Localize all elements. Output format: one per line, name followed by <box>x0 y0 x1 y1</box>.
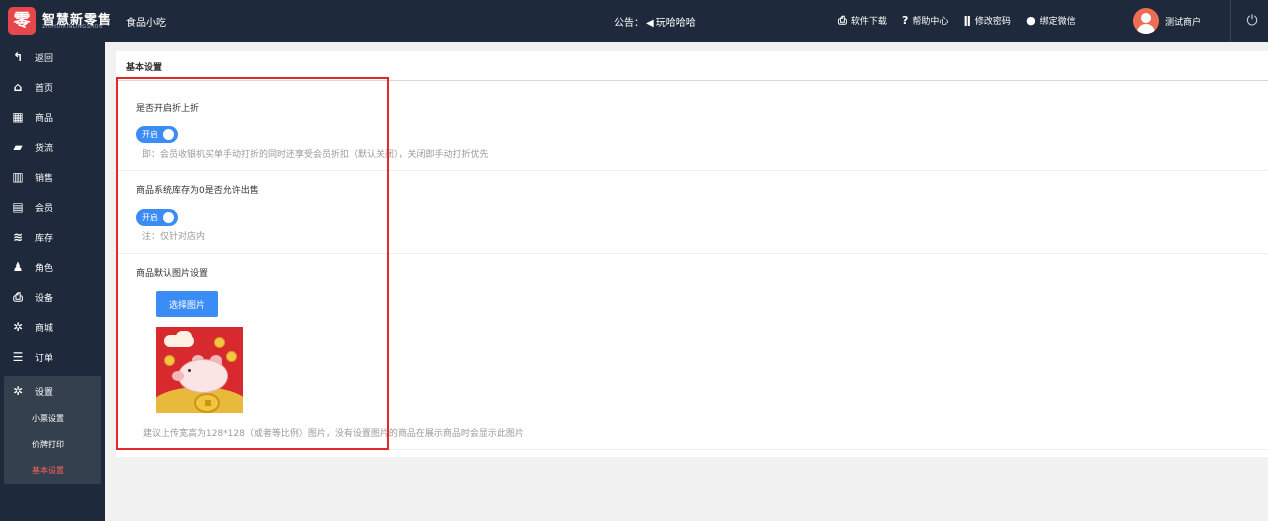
default-product-image[interactable] <box>156 327 243 413</box>
software-download-link[interactable]: ⎙ 软件下载 <box>838 12 887 31</box>
toggle-knob <box>163 129 174 140</box>
bind-wechat-link[interactable]: ● 绑定微信 <box>1026 12 1076 31</box>
section-divider <box>116 170 1268 171</box>
coin-shape <box>226 351 237 362</box>
section-divider <box>116 253 1268 254</box>
sidebar-item-settings[interactable]: ✲ 设置 <box>4 376 101 406</box>
sidebar-item-members[interactable]: ▤ 会员 <box>0 192 105 222</box>
zero-stock-sale-toggle[interactable]: 开启 <box>136 209 178 226</box>
sidebar-item-home[interactable]: ⌂ 首页 <box>0 72 105 102</box>
printer-icon: ⎙ <box>13 290 23 304</box>
logo-subtitle: ZHIHUIXINLINGSHOU <box>42 24 104 30</box>
megaphone-icon: ◀ <box>646 18 654 29</box>
notice-text: 玩哈哈哈 <box>655 18 696 29</box>
home-icon: ⌂ <box>13 80 23 94</box>
printer-icon: ⎙ <box>838 14 847 27</box>
header-links: ⎙ 软件下载 ? 帮助中心 ǁ 修改密码 ● 绑定微信 <box>838 12 1088 30</box>
power-icon[interactable]: ⏻ <box>1244 12 1260 30</box>
sidebar-item-orders[interactable]: ☰ 订单 <box>0 342 105 372</box>
sidebar-item-products[interactable]: ▦ 商品 <box>0 102 105 132</box>
sidebar-nav: ↰ 返回 ⌂ 首页 ▦ 商品 ▰ 货流 ▥ 销售 ▤ 会员 ≋ 库存 ♟ 角色 ⎙ 设备 ✲ 商城 … <box>0 42 105 372</box>
discount-on-discount-toggle[interactable]: 开启 <box>136 126 178 143</box>
toggle-label: 开启 <box>142 213 158 222</box>
piggy-bank-shape <box>178 359 228 393</box>
default-image-hint: 建议上传宽高为128*128（或者等比例）图片，没有设置图片的商品在展示商品时会… <box>143 429 524 439</box>
help-center-link[interactable]: ? 帮助中心 <box>902 12 948 31</box>
user-icon: ♟ <box>12 260 24 274</box>
member-card-icon: ▤ <box>12 200 24 214</box>
toggle-label: 开启 <box>142 130 158 139</box>
logo-icon: 零 <box>8 7 36 35</box>
avatar <box>1133 8 1159 34</box>
sidebar-item-inventory[interactable]: ≋ 库存 <box>0 222 105 252</box>
toggle-knob <box>163 212 174 223</box>
bar-chart-icon: ▥ <box>12 170 24 184</box>
database-icon: ≋ <box>12 230 24 244</box>
list-icon: ☰ <box>12 350 24 364</box>
sidebar-subitem-basic-settings[interactable]: 基本设置 <box>4 458 101 484</box>
cloud-shape <box>176 331 192 343</box>
store-name: 食品小吃 <box>126 18 166 29</box>
help-icon: ? <box>902 14 909 27</box>
truck-icon: ▰ <box>13 140 23 154</box>
sidebar-item-sales[interactable]: ▥ 销售 <box>0 162 105 192</box>
coin-shape <box>214 337 225 348</box>
top-bar: 零 智慧新零售 ZHIHUIXINLINGSHOU 食品小吃 公告： ◀ 玩哈哈哈 … <box>0 0 1268 42</box>
settings-card: 基本设置 是否开启折上折 开启 即：会员收银机买单手动打折的同时还享受会员折扣（… <box>116 51 1268 457</box>
coin-shape <box>164 355 175 366</box>
notice-label: 公告： <box>614 18 644 29</box>
user-name: 测试商户 <box>1165 18 1202 28</box>
sidebar-item-devices[interactable]: ⎙ 设备 <box>0 282 105 312</box>
logo[interactable]: 零 智慧新零售 ZHIHUIXINLINGSHOU <box>8 7 120 35</box>
grid-icon: ▦ <box>12 110 24 124</box>
sidebar-item-back[interactable]: ↰ 返回 <box>0 42 105 72</box>
sidebar-group-settings: ✲ 设置 小票设置 价牌打印 基本设置 <box>4 376 101 484</box>
title-divider <box>116 80 1268 81</box>
thermometer-icon: ǁ <box>963 14 971 27</box>
change-password-link[interactable]: ǁ 修改密码 <box>964 12 1011 31</box>
sidebar-item-mall[interactable]: ✲ 商城 <box>0 312 105 342</box>
sidebar-subitem-price-tag-print[interactable]: 价牌打印 <box>4 432 101 458</box>
gear-icon: ✲ <box>12 320 24 334</box>
gear-icon: ✲ <box>12 384 24 398</box>
back-icon: ↰ <box>12 50 24 64</box>
select-image-button[interactable]: 选择图片 <box>156 291 218 317</box>
coin-shape <box>194 393 220 413</box>
discount-on-discount-hint: 即：会员收银机买单手动打折的同时还享受会员折扣（默认关闭），关闭即手动打折优先 <box>142 150 489 160</box>
zero-stock-sale-label: 商品系统库存为0是否允许出售 <box>136 186 259 196</box>
notice: 公告： ◀ 玩哈哈哈 <box>614 14 696 29</box>
sidebar-subitem-receipt-settings[interactable]: 小票设置 <box>4 406 101 432</box>
divider <box>1230 0 1231 42</box>
page-title: 基本设置 <box>126 63 163 73</box>
sidebar: ↰ 返回 ⌂ 首页 ▦ 商品 ▰ 货流 ▥ 销售 ▤ 会员 ≋ 库存 ♟ 角色 ⎙ 设备 ✲ 商城 … <box>0 42 105 521</box>
section-divider <box>116 449 1268 450</box>
default-image-label: 商品默认图片设置 <box>136 269 209 279</box>
sidebar-item-logistics[interactable]: ▰ 货流 <box>0 132 105 162</box>
zero-stock-sale-hint: 注：仅针对店内 <box>142 232 206 242</box>
sidebar-item-roles[interactable]: ♟ 角色 <box>0 252 105 282</box>
discount-on-discount-label: 是否开启折上折 <box>136 104 200 114</box>
wechat-icon: ● <box>1026 14 1036 27</box>
